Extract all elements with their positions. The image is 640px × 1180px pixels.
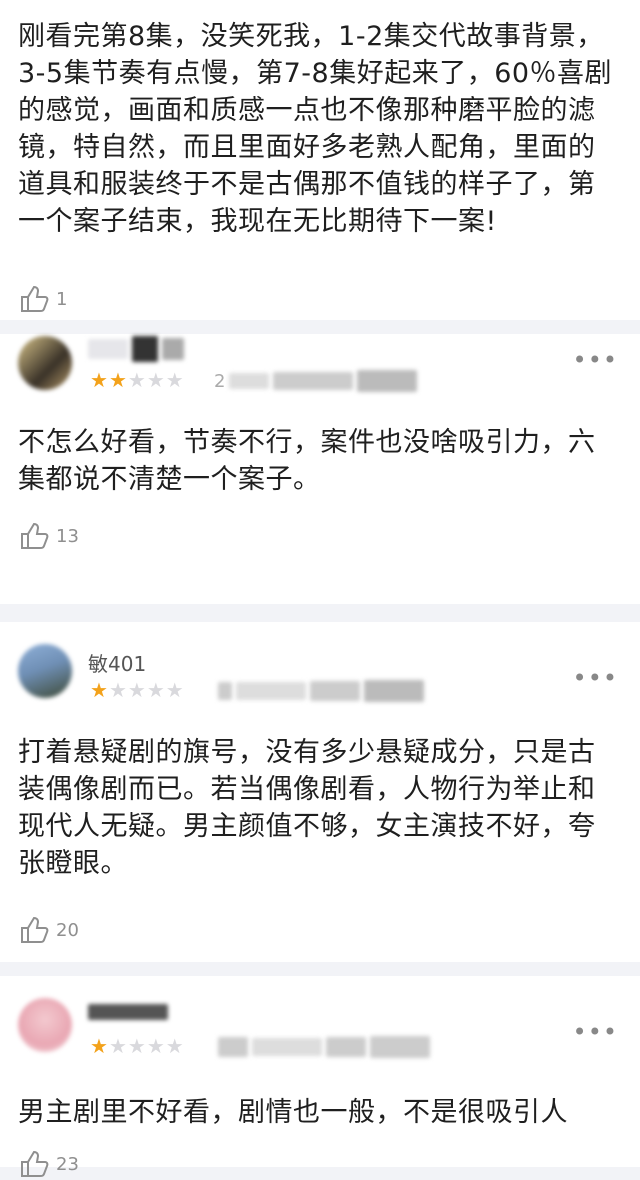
thumbs-up-icon (21, 285, 49, 312)
review-card-1: 刚看完第8集，没笑死我，1-2集交代故事背景，3-5集节奏有点慢，第7-8集好起… (0, 0, 640, 320)
star-icon: ★ (127, 678, 146, 702)
review-date: 2 (214, 370, 418, 392)
like-count: 13 (56, 525, 79, 547)
like-count: 23 (56, 1153, 79, 1175)
rating-stars: ★ ★ ★ ★ ★ (90, 1036, 184, 1056)
more-options-icon[interactable]: ••• (573, 1018, 618, 1046)
rating-stars: ★ ★ ★ ★ ★ (90, 370, 184, 390)
like-button[interactable]: 20 (18, 914, 79, 946)
user-name[interactable] (88, 1004, 172, 1020)
review-text: 不怎么好看，节奏不行，案件也没啥吸引力，六集都说不清楚一个案子。 (18, 427, 596, 495)
review-text: 打着悬疑剧的旗号，没有多少悬疑成分，只是古装偶像剧而已。若当偶像剧看，人物行为举… (18, 737, 596, 879)
like-button[interactable]: 13 (18, 520, 79, 552)
star-icon: ★ (165, 368, 184, 392)
star-icon: ★ (146, 678, 165, 702)
star-icon: ★ (127, 368, 146, 392)
star-icon: ★ (127, 1034, 146, 1058)
review-card-3: 敏401 ★ ★ ★ ★ ★ ••• 打着悬疑剧的旗号，没有多少悬疑成分，只是古… (0, 622, 640, 962)
star-icon: ★ (108, 678, 127, 702)
thumbs-up-icon (21, 1150, 49, 1177)
review-card-4: ★ ★ ★ ★ ★ ••• 男主剧里不好看，剧情也一般，不是很吸引人 23 (0, 976, 640, 1177)
star-icon: ★ (165, 678, 184, 702)
star-icon: ★ (90, 1034, 108, 1058)
more-options-icon[interactable]: ••• (573, 346, 618, 374)
star-icon: ★ (108, 368, 127, 392)
like-count: 20 (56, 919, 79, 941)
review-date (214, 1036, 430, 1058)
review-text: 刚看完第8集，没笑死我，1-2集交代故事背景，3-5集节奏有点慢，第7-8集好起… (18, 21, 613, 237)
user-name[interactable]: 敏401 (88, 648, 146, 677)
star-icon: ★ (146, 1034, 165, 1058)
more-options-icon[interactable]: ••• (573, 664, 618, 692)
user-name[interactable] (88, 336, 188, 362)
like-button[interactable]: 23 (18, 1148, 79, 1180)
avatar[interactable] (18, 998, 72, 1052)
like-count: 1 (56, 288, 68, 310)
review-date (214, 680, 424, 702)
star-icon: ★ (146, 368, 165, 392)
review-card-2: ★ ★ ★ ★ ★ 2 ••• 不怎么好看，节奏不行，案件也没啥吸引力，六集都说… (0, 334, 640, 604)
avatar[interactable] (18, 336, 72, 390)
rating-stars: ★ ★ ★ ★ ★ (90, 680, 184, 700)
review-text: 男主剧里不好看，剧情也一般，不是很吸引人 (18, 1097, 568, 1128)
star-icon: ★ (90, 678, 108, 702)
star-icon: ★ (165, 1034, 184, 1058)
star-icon: ★ (90, 368, 108, 392)
thumbs-up-icon (21, 916, 49, 943)
like-button[interactable]: 1 (18, 283, 67, 315)
star-icon: ★ (108, 1034, 127, 1058)
avatar[interactable] (18, 644, 72, 698)
thumbs-up-icon (21, 522, 49, 549)
